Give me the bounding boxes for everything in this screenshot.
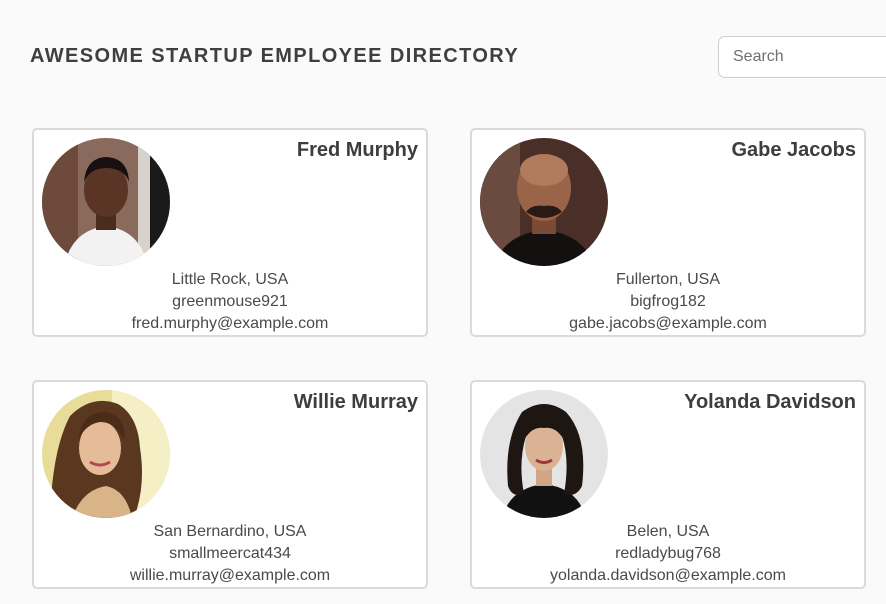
- employee-username: redladybug768: [615, 545, 721, 562]
- employee-email: willie.murray@example.com: [129, 567, 331, 584]
- employee-email: yolanda.davidson@example.com: [550, 567, 786, 584]
- employee-name: Willie Murray: [293, 391, 418, 413]
- employee-card-willie-murray[interactable]: Willie Murray San Bernardino, USA smallm…: [32, 380, 428, 589]
- page-title: AWESOME STARTUP EMPLOYEE DIRECTORY: [30, 45, 520, 67]
- employee-location: Fullerton, USA: [615, 271, 721, 288]
- employee-photo: [480, 390, 608, 518]
- employee-name: Gabe Jacobs: [731, 139, 856, 161]
- employee-location: San Bernardino, USA: [153, 523, 307, 540]
- employee-card-yolanda-davidson[interactable]: Yolanda Davidson Belen, USA redladybug76…: [470, 380, 866, 589]
- employee-photo: [42, 390, 170, 518]
- employee-location: Little Rock, USA: [171, 271, 289, 288]
- employee-email: fred.murphy@example.com: [131, 315, 329, 332]
- employee-card-gabe-jacobs[interactable]: Gabe Jacobs Fullerton, USA bigfrog182 ga…: [470, 128, 866, 337]
- employee-name: Yolanda Davidson: [684, 391, 856, 413]
- employee-username: smallmeercat434: [169, 545, 291, 562]
- employee-name: Fred Murphy: [296, 139, 418, 161]
- employee-photo: [42, 138, 170, 266]
- employee-email: gabe.jacobs@example.com: [569, 315, 767, 332]
- employee-location: Belen, USA: [626, 523, 710, 540]
- employee-username: bigfrog182: [630, 293, 706, 310]
- search-input[interactable]: [718, 36, 886, 78]
- employee-photo: [480, 138, 608, 266]
- employee-username: greenmouse921: [172, 293, 288, 310]
- employee-card-fred-murphy[interactable]: Fred Murphy Little Rock, USA greenmouse9…: [32, 128, 428, 337]
